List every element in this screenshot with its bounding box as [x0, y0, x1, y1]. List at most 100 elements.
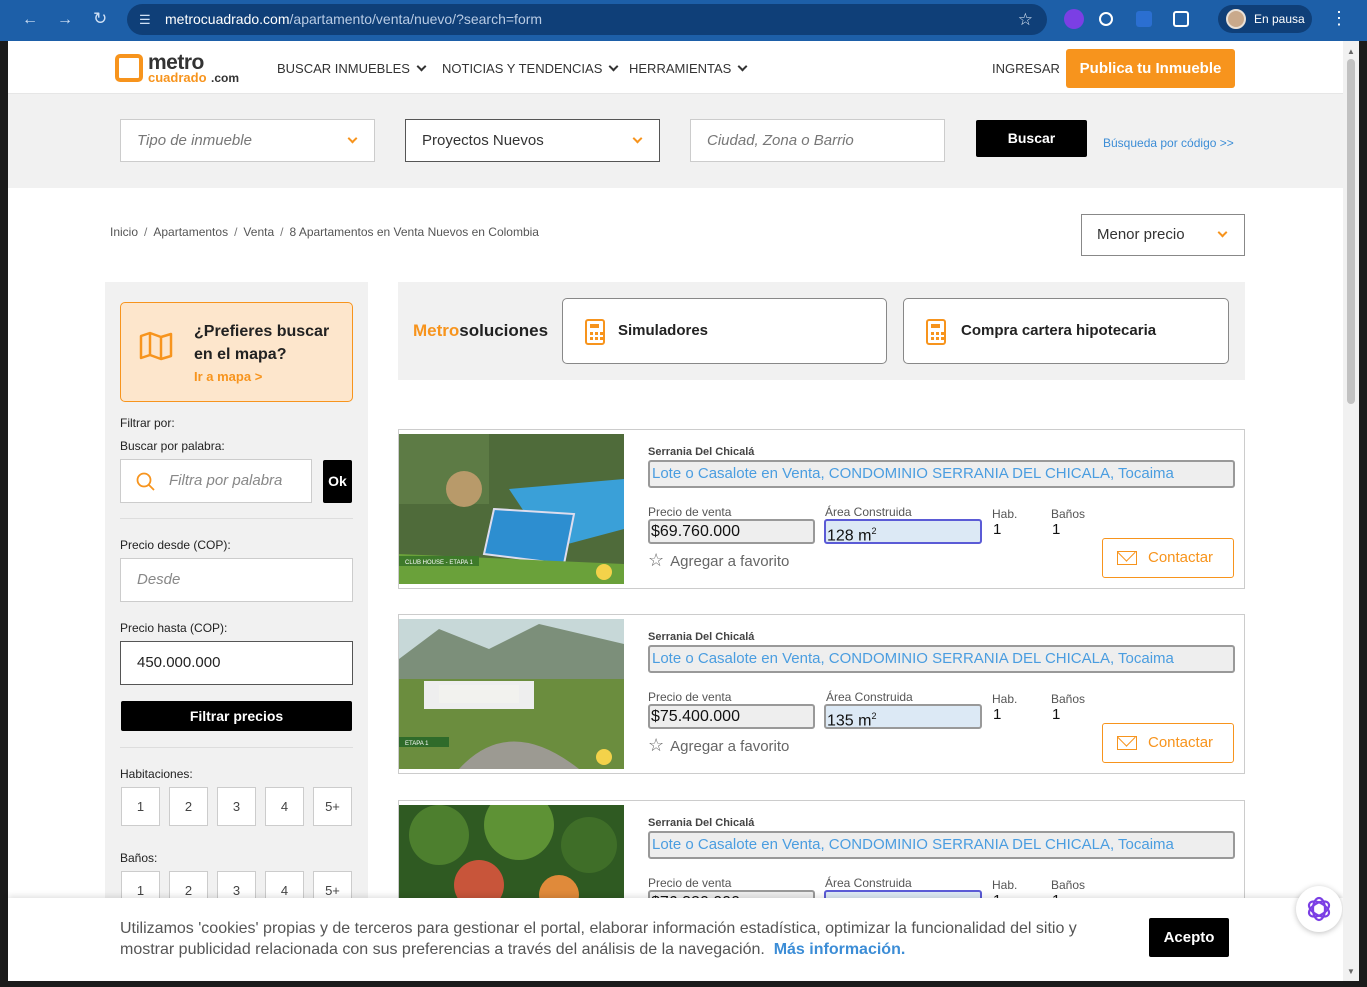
window-frame	[1359, 41, 1367, 987]
star-icon[interactable]: ☆	[1018, 4, 1033, 35]
listing-card[interactable]: CLUB HOUSE - ETAPA 1 Serrania Del Chical…	[398, 429, 1245, 589]
simuladores-button[interactable]: Simuladores	[562, 298, 887, 364]
contact-label: Contactar	[1148, 734, 1214, 751]
area-unit-sup: 2	[871, 526, 877, 536]
rooms-label: Hab.	[992, 507, 1018, 521]
area-label: Área Construida	[826, 690, 913, 704]
add-favorite-button[interactable]: ☆ Agregar a favorito	[648, 735, 789, 756]
browser-toolbar: ← → ↻ ☰ metrocuadrado.com/apartamento/ve…	[0, 0, 1367, 41]
listing-title[interactable]: Lote o Casalote en Venta, CONDOMINIO SER…	[648, 645, 1235, 673]
rooms-option[interactable]: 2	[169, 787, 208, 826]
contact-button[interactable]: Contactar	[1102, 723, 1234, 763]
calculator-icon	[926, 319, 946, 345]
button-label: Compra cartera hipotecaria	[961, 322, 1157, 339]
input-placeholder: Filtra por palabra	[169, 472, 283, 489]
scrollbar[interactable]: ▲ ▼	[1343, 41, 1359, 981]
image-tag: CLUB HOUSE - ETAPA 1	[405, 560, 473, 566]
chevron-down-icon	[737, 61, 748, 72]
listing-price: $69.760.000	[648, 519, 815, 544]
filter-sidebar: ¿Prefieres buscar en el mapa? Ir a mapa …	[105, 282, 368, 910]
cookie-banner: Utilizamos 'cookies' propias y de tercer…	[8, 898, 1343, 981]
breadcrumb-current: 8 Apartamentos en Venta Nuevos en Colomb…	[289, 225, 539, 239]
scrollbar-thumb[interactable]	[1347, 59, 1355, 404]
map-link[interactable]: Ir a mapa >	[194, 369, 262, 384]
listing-title[interactable]: Lote o Casalote en Venta, CONDOMINIO SER…	[648, 460, 1235, 488]
rooms-option[interactable]: 5+	[313, 787, 352, 826]
menu-noticias[interactable]: NOTICIAS Y TENDENCIAS	[442, 61, 619, 76]
price-label: Precio de venta	[648, 876, 732, 890]
profile-button[interactable]: En pausa	[1218, 5, 1312, 33]
tipo-inmueble-select[interactable]: Tipo de inmueble	[120, 119, 375, 162]
menu-label: BUSCAR INMUEBLES	[277, 61, 410, 76]
breadcrumb-item[interactable]: Venta	[243, 225, 274, 239]
area-label: Área Construida	[825, 876, 912, 890]
tune-icon[interactable]: ☰	[139, 4, 151, 35]
cookie-text: Utilizamos 'cookies' propias y de tercer…	[120, 918, 1080, 960]
puzzle-icon[interactable]	[1173, 11, 1189, 27]
cartera-button[interactable]: Compra cartera hipotecaria	[903, 298, 1229, 364]
add-favorite-button[interactable]: ☆ Agregar a favorito	[648, 550, 789, 571]
favorite-label: Agregar a favorito	[670, 553, 790, 570]
envelope-icon	[1117, 736, 1137, 750]
accept-cookies-button[interactable]: Acepto	[1149, 918, 1229, 957]
chat-assistant-button[interactable]	[1296, 886, 1342, 932]
listing-title[interactable]: Lote o Casalote en Venta, CONDOMINIO SER…	[648, 831, 1235, 859]
price-label: Precio de venta	[648, 690, 732, 704]
input-placeholder: Desde	[137, 571, 181, 588]
divider	[120, 518, 353, 519]
menu-icon[interactable]: ⋮	[1330, 8, 1348, 29]
map-question: ¿Prefieres buscar en el mapa?	[194, 323, 330, 363]
rooms-option[interactable]: 3	[217, 787, 256, 826]
chevron-down-icon	[632, 133, 643, 144]
area-unit-sup: 2	[871, 711, 877, 721]
extension-icon[interactable]	[1064, 9, 1084, 29]
logo[interactable]: metro cuadrado .com	[115, 51, 245, 85]
price-from-label: Precio desde (COP):	[120, 538, 231, 552]
back-icon[interactable]: ←	[22, 11, 38, 29]
price-from-input[interactable]: Desde	[120, 558, 353, 602]
address-bar[interactable]: ☰ metrocuadrado.com/apartamento/venta/nu…	[127, 4, 1047, 35]
rooms-label: Hab.	[992, 878, 1018, 892]
baths-label: Baños	[1051, 507, 1086, 521]
listing-area: 135 m2	[824, 704, 982, 729]
calculator-icon	[585, 319, 605, 345]
property-image: CLUB HOUSE - ETAPA 1	[399, 434, 624, 584]
price-to-input[interactable]: 450.000.000	[120, 641, 353, 685]
filter-prices-button[interactable]: Filtrar precios	[121, 701, 352, 731]
sort-select[interactable]: Menor precio	[1081, 214, 1245, 256]
login-link[interactable]: INGRESAR	[992, 61, 1060, 76]
ciudad-input[interactable]: Ciudad, Zona o Barrio	[690, 119, 945, 162]
listing-rooms: 1	[993, 521, 1002, 538]
rooms-option[interactable]: 4	[265, 787, 304, 826]
rooms-option[interactable]: 1	[121, 787, 160, 826]
contact-button[interactable]: Contactar	[1102, 538, 1234, 578]
more-info-link[interactable]: Más información.	[774, 941, 906, 958]
menu-label: NOTICIAS Y TENDENCIAS	[442, 61, 603, 76]
listing-project: Serrania Del Chicalá	[648, 817, 755, 829]
menu-buscar-inmuebles[interactable]: BUSCAR INMUEBLES	[277, 61, 427, 76]
listing-price: $75.400.000	[648, 704, 815, 729]
breadcrumb-item[interactable]: Apartamentos	[153, 225, 228, 239]
codigo-search-link[interactable]: Búsqueda por código >>	[1103, 136, 1234, 150]
publish-button[interactable]: Publica tu Inmueble	[1066, 49, 1235, 88]
logo-mark	[115, 54, 143, 82]
forward-icon[interactable]: →	[57, 11, 73, 29]
listing-rooms: 1	[993, 706, 1002, 723]
scroll-up-icon[interactable]: ▲	[1347, 47, 1355, 56]
listing-photo[interactable]: CLUB HOUSE - ETAPA 1	[399, 434, 624, 584]
menu-herramientas[interactable]: HERRAMIENTAS	[629, 61, 748, 76]
keyword-input[interactable]: Filtra por palabra	[120, 459, 312, 503]
listing-card[interactable]: ETAPA 1 Serrania Del Chicalá Lote o Casa…	[398, 614, 1245, 774]
map-search-card[interactable]: ¿Prefieres buscar en el mapa? Ir a mapa …	[120, 302, 353, 402]
breadcrumb-item[interactable]: Inicio	[110, 225, 138, 239]
keyword-ok-button[interactable]: Ok	[323, 460, 352, 503]
logo-text: cuadrado	[148, 70, 207, 85]
listing-photo[interactable]: ETAPA 1	[399, 619, 624, 769]
scroll-down-icon[interactable]: ▼	[1347, 967, 1355, 976]
search-button[interactable]: Buscar	[976, 120, 1087, 157]
reload-icon[interactable]: ↻	[93, 9, 107, 29]
extension-icon[interactable]	[1099, 12, 1113, 26]
extension-icon[interactable]	[1136, 11, 1152, 27]
proyecto-select[interactable]: Proyectos Nuevos	[405, 119, 660, 162]
listing-project: Serrania Del Chicalá	[648, 446, 755, 458]
